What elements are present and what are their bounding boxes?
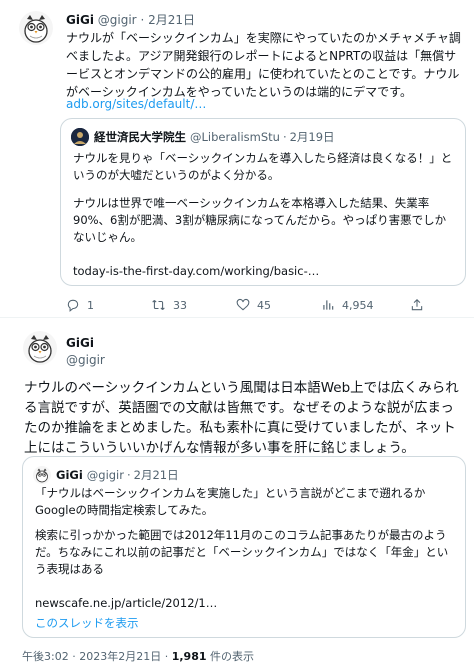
like-button[interactable]: 45 <box>236 296 321 314</box>
owl-avatar-icon[interactable] <box>18 10 54 46</box>
like-count: 45 <box>257 298 271 312</box>
share-icon <box>411 299 423 311</box>
quoted-tweet[interactable]: GiGi @gigir · 2月21日 「ナウルはベーシックインカムを実施した」… <box>22 456 466 638</box>
tweet-date[interactable]: 2月21日 <box>148 13 195 27</box>
views-button[interactable]: 4,954 <box>321 296 406 314</box>
separator: · <box>72 650 76 663</box>
quoted-date: 2月19日 <box>289 130 335 144</box>
separator: · <box>282 130 287 144</box>
quoted-handle: @LiberalismStu <box>190 130 280 144</box>
separator: · <box>164 650 169 663</box>
quoted-text-paragraph-2: 検索に引っかかった範囲では2012年11月のこのコラム記事あたりが最古のようだ。… <box>35 528 449 576</box>
quoted-link[interactable]: today-is-the-first-day.com/working/basic… <box>73 263 319 279</box>
retweet-count: 33 <box>173 298 187 312</box>
views-count: 4,954 <box>342 298 374 312</box>
quoted-tweet-header: 経世済民大学院生 @LiberalismStu · 2月19日 <box>71 128 335 146</box>
views-bar-chart-icon <box>323 300 334 310</box>
tweet-metadata: 午後3:02 · 2023年2月21日 · 1,981 件の表示 <box>22 650 254 664</box>
heart-icon <box>236 298 250 311</box>
owl-avatar-icon <box>33 466 51 484</box>
reply-icon <box>67 299 79 312</box>
separator: · <box>126 468 131 482</box>
handle[interactable]: @gigir <box>66 352 105 368</box>
quoted-handle: @gigir <box>86 468 124 482</box>
quoted-display-name: 経世済民大学院生 <box>94 130 186 144</box>
dark-avatar-icon <box>71 128 89 146</box>
quoted-tweet-header: GiGi @gigir · 2月21日 <box>33 466 179 484</box>
quoted-tweet[interactable]: 経世済民大学院生 @LiberalismStu · 2月19日 ナウルを見りゃ「… <box>60 118 466 286</box>
quoted-date: 2月21日 <box>133 468 179 482</box>
tweet-actions: 1 33 45 4,954 <box>66 296 466 314</box>
display-name[interactable]: GiGi <box>66 335 94 351</box>
retweet-button[interactable]: 33 <box>151 296 236 314</box>
display-name[interactable]: GiGi <box>66 13 94 27</box>
tweet-link[interactable]: adb.org/sites/default/… <box>66 96 206 112</box>
views-label: 件の表示 <box>210 650 254 663</box>
handle[interactable]: @gigir <box>98 13 137 27</box>
quoted-link[interactable]: newscafe.ne.jp/article/2012/1… <box>35 595 217 611</box>
tweet-time[interactable]: 午後3:02 <box>22 650 69 663</box>
quoted-text-paragraph-2: ナウルは世界で唯一ベーシックインカムを本格導入した結果、失業率90%、6割が肥満… <box>73 196 447 244</box>
quoted-text-paragraph-1: 「ナウルはベーシックインカムを実施した」という言説がどこまで遡れるかGoogle… <box>35 486 426 517</box>
views-count: 1,981 <box>171 650 207 663</box>
share-button[interactable] <box>410 296 431 314</box>
tweet-text: ナウルが「ベーシックインカム」を実際にやっていたのかメチャメチャ調べましたよ。ア… <box>66 31 461 99</box>
quoted-display-name: GiGi <box>56 468 83 482</box>
show-thread-link[interactable]: このスレッドを表示 <box>35 615 139 631</box>
tweet-text: ナウルのベーシックインカムという風聞は日本語Web上では広くみられる言説ですが、… <box>24 380 459 456</box>
tweet-full-date[interactable]: 2023年2月21日 <box>79 650 161 663</box>
reply-button[interactable]: 1 <box>66 296 151 314</box>
retweet-icon <box>152 299 165 311</box>
owl-avatar-icon[interactable] <box>22 330 58 366</box>
separator: · <box>140 13 145 27</box>
reply-count: 1 <box>87 298 94 312</box>
quoted-text-paragraph-1: ナウルを見りゃ「ベーシックインカムを導入したら経済は良くなる！」というのが大嘘だ… <box>73 151 453 182</box>
tweet-header: GiGi @gigir · 2月21日 <box>66 12 195 28</box>
parent-tweet[interactable]: GiGi @gigir · 2月21日 ナウルが「ベーシックインカム」を実際にや… <box>0 0 474 318</box>
